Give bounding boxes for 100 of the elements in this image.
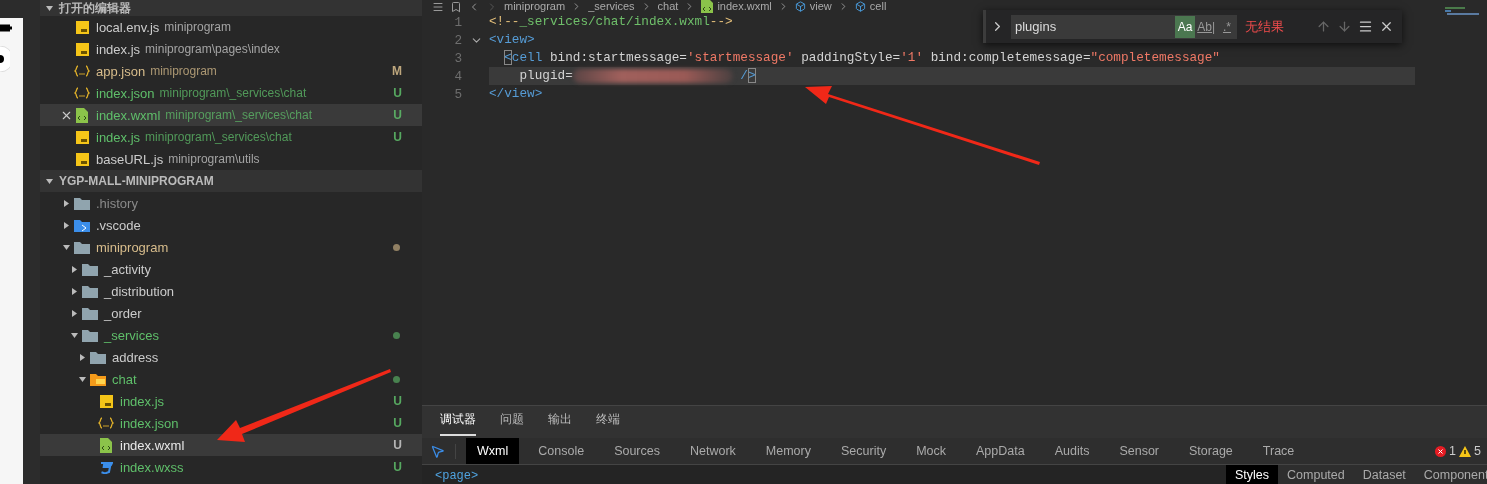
close-icon[interactable]: [1379, 19, 1394, 34]
panel-tab[interactable]: 输出: [548, 411, 572, 436]
open-editor-item[interactable]: index.json miniprogram\_services\chat U: [40, 82, 422, 104]
open-editor-item[interactable]: app.json miniprogram M: [40, 60, 422, 82]
folder-item[interactable]: _order: [40, 302, 422, 324]
error-count[interactable]: 1: [1449, 444, 1457, 458]
file-name: _activity: [104, 261, 151, 277]
bookmark-icon[interactable]: [450, 0, 462, 13]
devtools-tab[interactable]: Network: [679, 438, 747, 464]
file-path: miniprogram\_services\chat: [165, 108, 312, 122]
breadcrumb-item[interactable]: chat: [657, 0, 679, 13]
folder-item[interactable]: _distribution: [40, 280, 422, 302]
folder-item[interactable]: _services: [40, 324, 422, 346]
find-option[interactable]: .*: [1217, 15, 1237, 38]
open-editor-item[interactable]: index.js miniprogram\_services\chat U: [40, 126, 422, 148]
error-icon: [1435, 445, 1447, 457]
devtools-tab[interactable]: Sources: [603, 438, 671, 464]
find-option[interactable]: Aa: [1175, 15, 1196, 38]
folder-icon: [90, 372, 106, 386]
folder-icon: [74, 240, 90, 254]
find-input[interactable]: plugins Aa Ab| .*: [1011, 14, 1237, 39]
section-title: YGP-MALL-MINIPROGRAM: [59, 174, 214, 188]
folder-item[interactable]: _activity: [40, 258, 422, 280]
file-item[interactable]: index.js U: [40, 390, 422, 412]
file-name: .history: [96, 195, 138, 211]
devtools-tab[interactable]: Security: [830, 438, 898, 464]
devtools-tab[interactable]: Console: [527, 438, 596, 464]
line-number: 4: [453, 68, 463, 84]
file-path: miniprogram: [164, 20, 232, 34]
css-icon: [99, 460, 113, 474]
devtools-tab[interactable]: Wxml: [466, 438, 520, 464]
expanded-caret-icon: [70, 332, 78, 338]
styles-tab[interactable]: Styles: [1226, 465, 1279, 484]
devtools-tab[interactable]: Memory: [754, 438, 822, 464]
inspect-icon[interactable]: [430, 443, 445, 459]
breadcrumb-item[interactable]: cell: [854, 0, 887, 13]
warning-count[interactable]: 5: [1474, 444, 1481, 458]
code-line: <!--_services/chat/index.wxml-->: [489, 13, 733, 31]
breadcrumb-item[interactable]: index.wxml: [701, 0, 772, 13]
open-editor-item[interactable]: baseURL.js miniprogram\utils: [40, 148, 422, 170]
file-name: index.js: [96, 129, 141, 145]
folder-item[interactable]: .vscode: [40, 214, 422, 236]
find-in-selection-icon[interactable]: [1358, 19, 1373, 34]
panel-tab[interactable]: 调试器: [440, 411, 476, 436]
git-status: U: [393, 130, 402, 144]
file-name: _order: [104, 305, 142, 321]
file-name: index.wxml: [96, 107, 161, 123]
cube-icon: [854, 1, 866, 12]
js-file-icon: [75, 152, 89, 166]
collapsed-caret-icon: [71, 309, 77, 317]
git-status: U: [393, 394, 402, 408]
expanded-caret-icon: [46, 178, 53, 184]
warning-icon: [1459, 445, 1472, 457]
file-item[interactable]: index.wxss U: [40, 456, 422, 478]
folder-item[interactable]: address: [40, 346, 422, 368]
braces-icon: [74, 65, 90, 77]
panel-tab[interactable]: 终端: [596, 411, 620, 436]
folder-icon: [82, 262, 98, 276]
menu-icon[interactable]: [432, 0, 444, 13]
devtools-tab[interactable]: Mock: [905, 438, 957, 464]
section-header[interactable]: YGP-MALL-MINIPROGRAM: [40, 170, 422, 192]
file-name: local.env.js: [96, 19, 160, 35]
breadcrumb-item[interactable]: view: [794, 0, 832, 13]
find-option[interactable]: Ab|: [1195, 15, 1217, 38]
breadcrumb-item[interactable]: miniprogram: [504, 0, 566, 13]
file-item[interactable]: index.json U: [40, 412, 422, 434]
devtools-tab[interactable]: Trace: [1251, 438, 1306, 464]
devtools-tab[interactable]: Sensor: [1108, 438, 1171, 464]
next-match-icon[interactable]: [1337, 19, 1352, 34]
line-number: 3: [453, 50, 463, 66]
expanded-caret-icon: [78, 376, 86, 382]
section-header[interactable]: 打开的编辑器: [40, 0, 422, 16]
git-status: U: [393, 416, 402, 430]
devtools-tab[interactable]: Storage: [1178, 438, 1244, 464]
devtools-tab[interactable]: AppData: [965, 438, 1036, 464]
wxml-node[interactable]: <page>: [422, 465, 1226, 484]
collapsed-caret-icon: [71, 265, 77, 273]
panel-tab[interactable]: 问题: [500, 411, 524, 436]
file-item[interactable]: index.wxml U: [40, 434, 422, 456]
find-result: 无结果: [1245, 17, 1284, 36]
file-name: index.json: [120, 415, 179, 431]
folder-icon: [74, 196, 90, 210]
open-editor-item[interactable]: index.js miniprogram\pages\index: [40, 38, 422, 60]
folder-item[interactable]: .history: [40, 192, 422, 214]
open-editor-item[interactable]: index.wxml miniprogram\_services\chat U: [40, 104, 422, 126]
folder-item[interactable]: miniprogram: [40, 236, 422, 258]
devtools-tab[interactable]: Audits: [1043, 438, 1101, 464]
styles-tab[interactable]: Dataset: [1353, 465, 1415, 484]
code-line: <cell bind:startmessage='startmessage' paddingStyle='1' bind:completemessage="completemessage": [503, 49, 1220, 67]
js-file-icon: [75, 130, 89, 144]
file-code-icon: [76, 107, 88, 123]
file-path: miniprogram: [150, 64, 217, 78]
collapsed-caret-icon: [63, 221, 69, 229]
breadcrumb-item[interactable]: _services: [588, 0, 635, 13]
file-name: address: [112, 349, 159, 365]
collapsed-caret-icon: [79, 353, 85, 361]
styles-tab[interactable]: Computed: [1278, 465, 1354, 484]
open-editor-item[interactable]: local.env.js miniprogram: [40, 16, 422, 38]
git-status: M: [392, 64, 402, 78]
expanded-caret-icon: [46, 5, 53, 11]
